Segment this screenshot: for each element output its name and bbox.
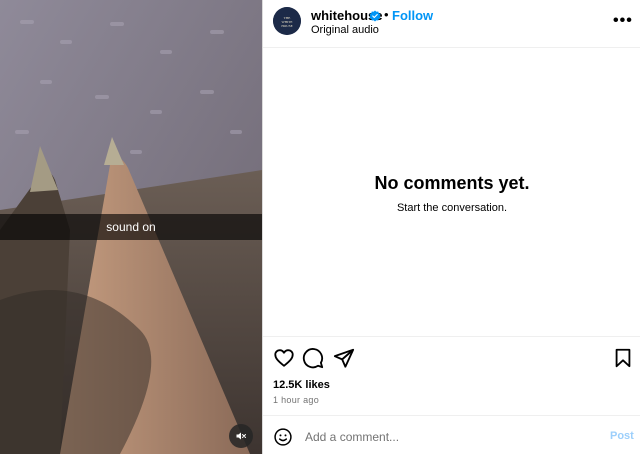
- post-panel: THE WHITE HOUSE whitehouse • Follow Orig…: [262, 0, 640, 454]
- post-comment-button[interactable]: Post: [610, 430, 634, 442]
- mute-toggle-button[interactable]: [229, 424, 253, 448]
- more-options-icon[interactable]: •••: [613, 12, 633, 30]
- emoji-icon[interactable]: [273, 427, 293, 447]
- speaker-muted-icon: [236, 432, 246, 440]
- separator-dot: •: [384, 7, 389, 22]
- follow-button[interactable]: Follow: [392, 8, 433, 23]
- comment-composer: Post: [263, 415, 640, 454]
- video-player[interactable]: sound on: [0, 0, 262, 454]
- sound-on-caption: sound on: [0, 214, 262, 240]
- post-header: THE WHITE HOUSE whitehouse • Follow Orig…: [263, 0, 640, 48]
- avatar[interactable]: THE WHITE HOUSE: [273, 7, 301, 35]
- share-icon[interactable]: [333, 347, 355, 369]
- comment-input[interactable]: [303, 425, 597, 449]
- heart-icon[interactable]: [273, 347, 295, 369]
- bookmark-icon[interactable]: [612, 347, 634, 369]
- likes-count[interactable]: 12.5K likes: [273, 379, 330, 391]
- audio-link[interactable]: Original audio: [311, 24, 379, 36]
- post-timestamp[interactable]: 1 hour ago: [273, 395, 319, 405]
- caption-text: sound on: [106, 220, 156, 234]
- svg-text:HOUSE: HOUSE: [281, 24, 292, 28]
- comment-icon[interactable]: [302, 347, 324, 369]
- no-comments-title: No comments yet.: [374, 173, 530, 193]
- no-comments-subtitle: Start the conversation.: [396, 202, 508, 214]
- action-bar: [263, 336, 640, 376]
- white-house-logo: THE WHITE HOUSE: [273, 7, 301, 35]
